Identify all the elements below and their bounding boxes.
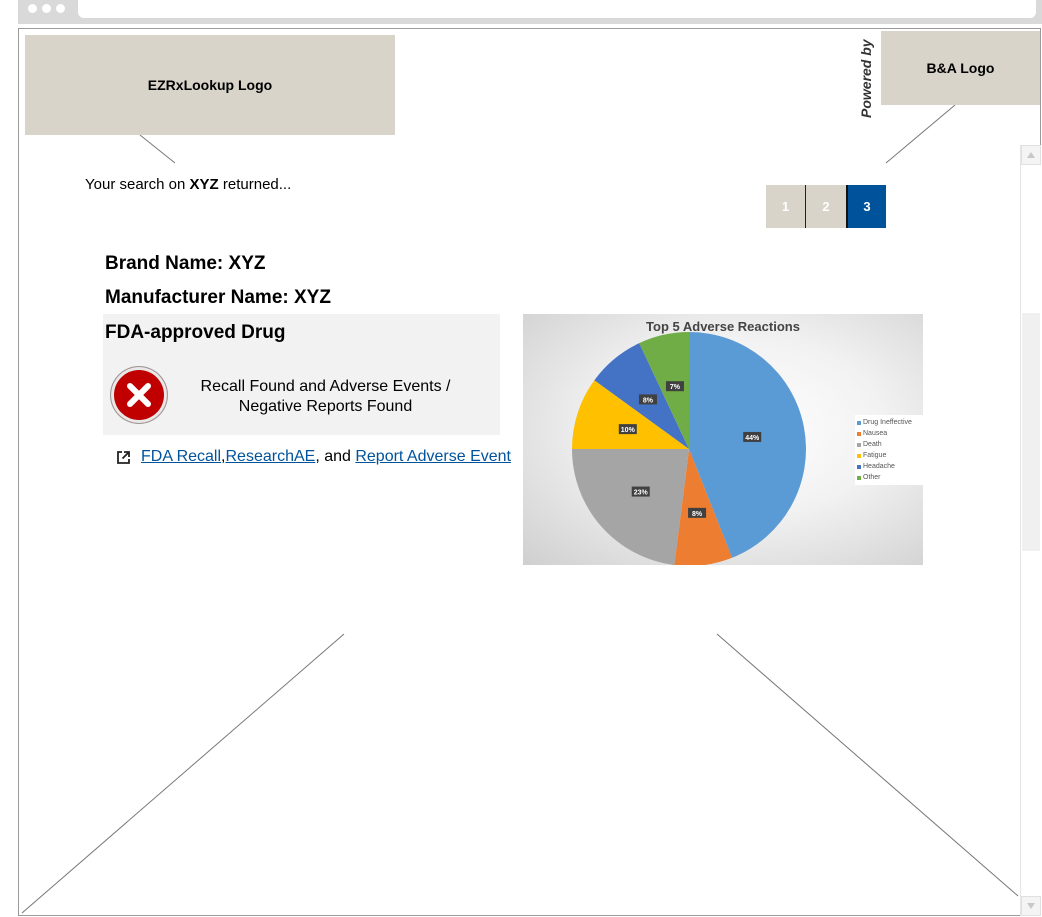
pagination: 1 2 3 bbox=[766, 185, 886, 228]
brand-name: Brand Name: XYZ bbox=[105, 253, 266, 274]
search-summary: Your search on XYZ returned... bbox=[85, 176, 291, 193]
legend-swatch bbox=[857, 464, 861, 469]
external-link-icon bbox=[116, 450, 131, 465]
pie-data-label: 10% bbox=[618, 424, 637, 435]
pie-data-label: 7% bbox=[665, 381, 684, 392]
legend-swatch bbox=[857, 442, 861, 447]
adverse-reactions-chart: Top 5 Adverse Reactions 44% 8% 23% 10% 8% 7% … bbox=[523, 314, 923, 565]
svg-text:8%: 8% bbox=[692, 511, 703, 518]
pie-data-label: 44% bbox=[743, 431, 762, 442]
pie-slice-death bbox=[572, 449, 689, 565]
report-adverse-event-link[interactable]: Report Adverse Event bbox=[355, 448, 511, 466]
legend-item: Other bbox=[857, 472, 921, 483]
legend-label: Nausea bbox=[863, 430, 888, 437]
browser-chrome bbox=[18, 0, 1042, 24]
legend-item: Nausea bbox=[857, 428, 921, 439]
pie-data-label: 8% bbox=[638, 394, 657, 405]
page-button-1[interactable]: 1 bbox=[766, 185, 806, 228]
scroll-down-arrow-icon[interactable] bbox=[1021, 896, 1041, 916]
chart-legend: Drug Ineffective Nausea Death Fatigue Headac… bbox=[855, 415, 923, 485]
window-dot-icon[interactable] bbox=[42, 4, 51, 13]
manufacturer-name: Manufacturer Name: XYZ bbox=[105, 287, 331, 308]
legend-item: Fatigue bbox=[857, 450, 921, 461]
ba-logo[interactable]: B&A Logo bbox=[881, 31, 1040, 105]
status-panel: FDA-approved Drug Recall Found and Adver… bbox=[103, 314, 500, 435]
legend-label: Drug Ineffective bbox=[863, 419, 912, 426]
scroll-thumb[interactable] bbox=[1022, 313, 1040, 551]
researchae-link[interactable]: ResearchAE bbox=[225, 448, 315, 466]
svg-text:10%: 10% bbox=[621, 427, 636, 434]
pie-data-label: 23% bbox=[631, 486, 650, 497]
search-prefix: Your search on bbox=[85, 176, 190, 193]
pie-data-label: 8% bbox=[688, 507, 707, 518]
legend-swatch bbox=[857, 431, 861, 436]
legend-swatch bbox=[857, 475, 861, 480]
vertical-scrollbar[interactable] bbox=[1020, 145, 1041, 916]
error-x-icon bbox=[111, 367, 167, 423]
svg-text:44%: 44% bbox=[745, 435, 760, 442]
search-suffix: returned... bbox=[218, 176, 292, 193]
legend-label: Other bbox=[863, 474, 881, 481]
status-message-line2: Negative Reports Found bbox=[238, 398, 413, 415]
status-message: Recall Found and Adverse Events / Negati… bbox=[183, 377, 468, 417]
svg-text:8%: 8% bbox=[643, 397, 654, 404]
legend-label: Headache bbox=[863, 463, 895, 470]
legend-label: Death bbox=[863, 441, 882, 448]
scroll-up-arrow-icon[interactable] bbox=[1021, 145, 1041, 165]
ezrx-logo-label: EZRxLookup Logo bbox=[147, 77, 273, 93]
link-separator: , and bbox=[315, 448, 356, 465]
window-dot-icon[interactable] bbox=[28, 4, 37, 13]
page-button-2[interactable]: 2 bbox=[806, 185, 846, 228]
legend-item: Death bbox=[857, 439, 921, 450]
svg-text:23%: 23% bbox=[634, 490, 649, 497]
legend-item: Drug Ineffective bbox=[857, 417, 921, 428]
window-dot-icon[interactable] bbox=[56, 4, 65, 13]
svg-text:7%: 7% bbox=[670, 384, 681, 391]
legend-item: Headache bbox=[857, 461, 921, 472]
window-controls bbox=[28, 4, 65, 13]
ezrx-logo[interactable]: EZRxLookup Logo bbox=[25, 35, 395, 135]
legend-label: Fatigue bbox=[863, 452, 887, 459]
legend-swatch bbox=[857, 420, 861, 425]
fda-recall-link[interactable]: FDA Recall bbox=[141, 448, 221, 466]
address-bar[interactable] bbox=[78, 0, 1036, 18]
search-term: XYZ bbox=[189, 176, 219, 193]
status-message-line1: Recall Found and Adverse Events / bbox=[200, 378, 451, 395]
status-title: FDA-approved Drug bbox=[105, 322, 286, 343]
legend-swatch bbox=[857, 453, 861, 458]
ba-logo-label: B&A Logo bbox=[926, 60, 995, 76]
powered-by-label: Powered by bbox=[858, 39, 874, 118]
page-button-3[interactable]: 3 bbox=[846, 185, 886, 228]
resource-links: FDA Recall, ResearchAE, and Report Adver… bbox=[116, 448, 511, 466]
